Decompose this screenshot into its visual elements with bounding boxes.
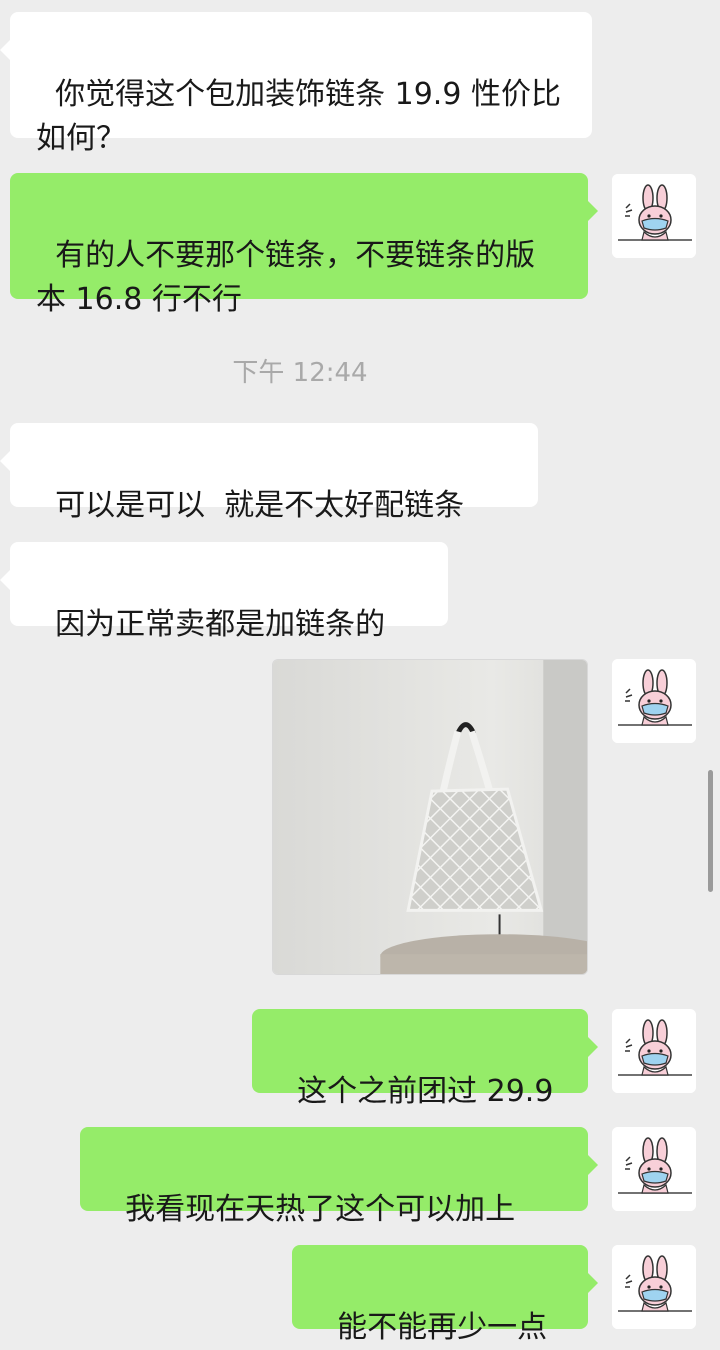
message-text: 能不能再少一点 — [337, 1310, 548, 1345]
message-text: 可以是可以 就是不太好配链条 — [55, 488, 465, 523]
user-avatar[interactable] — [612, 659, 696, 743]
message-bubble-incoming[interactable]: 因为正常卖都是加链条的 — [0, 542, 448, 642]
message-text: 我看现在天热了这个可以加上 — [125, 1192, 516, 1227]
message-bubble-outgoing[interactable]: 有的人不要那个链条，不要链条的版本 16.8 行不行 — [10, 173, 598, 317]
message-text: 你觉得这个包加装饰链条 19.9 性价比如何？ — [36, 77, 561, 156]
message-bubble-outgoing[interactable]: 能不能再少一点 — [292, 1245, 598, 1345]
scrollbar[interactable] — [708, 770, 713, 892]
user-avatar[interactable] — [612, 1245, 696, 1329]
user-avatar[interactable] — [612, 1009, 696, 1093]
message-bubble-incoming[interactable]: 可以是可以 就是不太好配链条 — [0, 423, 538, 523]
pink-bunny-sticker-icon — [612, 659, 696, 743]
white-net-tote-bag-photo — [273, 660, 587, 974]
message-bubble-incoming[interactable]: 你觉得这个包加装饰链条 19.9 性价比如何？ — [0, 12, 592, 156]
pink-bunny-sticker-icon — [612, 174, 696, 258]
message-text: 这个之前团过 29.9 — [297, 1074, 554, 1109]
user-avatar[interactable] — [612, 174, 696, 258]
message-timestamp: 下午 12:44 — [232, 358, 368, 388]
message-bubble-outgoing[interactable]: 我看现在天热了这个可以加上 — [80, 1127, 598, 1227]
image-message[interactable] — [272, 659, 588, 975]
message-text: 有的人不要那个链条，不要链条的版本 16.8 行不行 — [36, 238, 536, 317]
pink-bunny-sticker-icon — [612, 1245, 696, 1329]
pink-bunny-sticker-icon — [612, 1127, 696, 1211]
message-bubble-outgoing[interactable]: 这个之前团过 29.9 — [252, 1009, 598, 1109]
pink-bunny-sticker-icon — [612, 1009, 696, 1093]
user-avatar[interactable] — [612, 1127, 696, 1211]
message-text: 因为正常卖都是加链条的 — [55, 607, 386, 642]
